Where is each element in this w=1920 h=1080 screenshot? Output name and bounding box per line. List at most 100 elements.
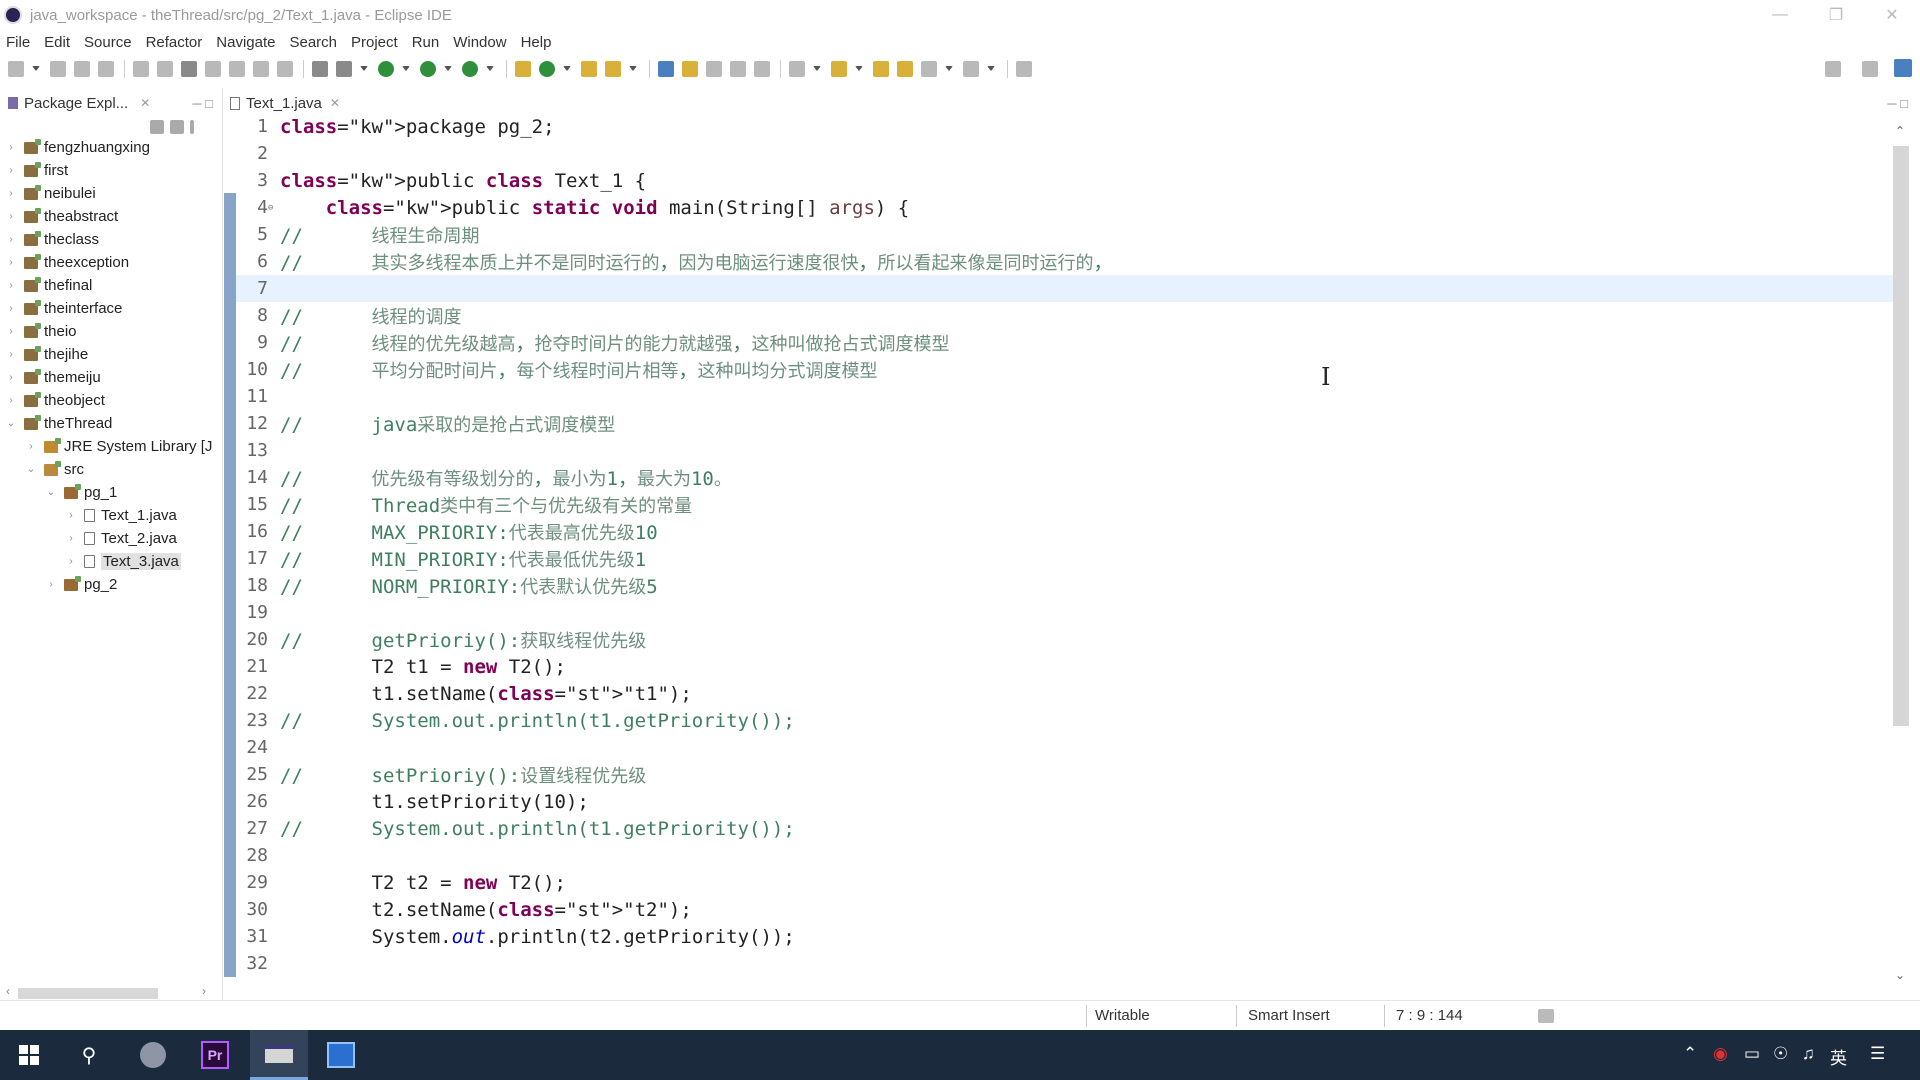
menu-edit[interactable]: Edit xyxy=(44,34,70,51)
search-icon[interactable] xyxy=(1825,61,1841,77)
expand-icon[interactable]: › xyxy=(6,142,16,153)
expand-icon[interactable]: › xyxy=(66,533,76,544)
menu-run[interactable]: Run xyxy=(412,34,440,51)
tree-item-project[interactable]: › neibulei xyxy=(0,182,220,205)
collapse-icon[interactable]: ⌄ xyxy=(26,464,36,475)
vertical-scrollbar[interactable]: ⌃ ⌄ xyxy=(1890,118,1912,988)
chevron-down-icon[interactable] xyxy=(945,66,953,72)
scroll-up-icon[interactable]: ⌃ xyxy=(1895,124,1905,138)
expand-icon[interactable]: › xyxy=(6,372,16,383)
block-selection-icon[interactable] xyxy=(706,61,722,77)
code-line[interactable]: 31 System.out.println(t2.getPriority()); xyxy=(236,923,1896,950)
code-line[interactable]: 25 // setPrioriy():设置线程优先级 xyxy=(236,761,1896,788)
view-menu-icon[interactable] xyxy=(190,120,194,134)
annotation-icon[interactable] xyxy=(658,61,674,77)
menu-help[interactable]: Help xyxy=(521,34,552,51)
show-whitespace-icon[interactable] xyxy=(730,61,746,77)
search-tool-icon[interactable] xyxy=(605,61,621,77)
expand-icon[interactable]: › xyxy=(6,165,16,176)
code-line[interactable]: 5 // 线程生命周期 xyxy=(236,221,1896,248)
tree-item-project[interactable]: › themeiju xyxy=(0,366,220,389)
expand-icon[interactable]: › xyxy=(6,211,16,222)
pin-editor-icon[interactable] xyxy=(1016,61,1032,77)
code-line[interactable]: 2 xyxy=(236,140,1896,167)
tree-item-source-folder[interactable]: ⌄ src xyxy=(0,458,220,481)
suspend-icon[interactable] xyxy=(157,61,173,77)
tree-item-project[interactable]: › theio xyxy=(0,320,220,343)
menu-file[interactable]: File xyxy=(6,34,30,51)
heap-status-icon[interactable] xyxy=(1538,1009,1554,1023)
code-line[interactable]: 14 // 优先级有等级划分的，最小为1，最大为10。 xyxy=(236,464,1896,491)
code-line[interactable]: 24 xyxy=(236,734,1896,761)
fold-icon[interactable]: ⊖ xyxy=(268,203,276,213)
show-hidden-icons-icon[interactable]: ⌃ xyxy=(1683,1044,1697,1064)
taskbar-app-recorder[interactable] xyxy=(314,1030,368,1080)
expand-icon[interactable]: › xyxy=(6,280,16,291)
open-type-icon[interactable] xyxy=(581,61,597,77)
expand-icon[interactable]: › xyxy=(6,257,16,268)
mark-occurrences-icon[interactable] xyxy=(682,61,698,77)
last-edit-location-icon[interactable] xyxy=(873,61,889,77)
collapse-icon[interactable]: ⌄ xyxy=(6,418,16,429)
tree-item-project[interactable]: › theabstract xyxy=(0,205,220,228)
code-line[interactable]: 16 // MAX_PRIORIY:代表最高优先级10 xyxy=(236,518,1896,545)
chevron-down-icon[interactable] xyxy=(855,66,863,72)
close-button[interactable]: ✕ xyxy=(1864,0,1920,30)
expand-icon[interactable]: › xyxy=(66,510,76,521)
disconnect-icon[interactable] xyxy=(205,61,221,77)
save-all-icon[interactable] xyxy=(74,61,90,77)
chevron-down-icon[interactable] xyxy=(629,66,637,72)
scroll-left-icon[interactable]: ‹ xyxy=(6,984,10,998)
code-line[interactable]: 23 // System.out.println(t1.getPriority()… xyxy=(236,707,1896,734)
code-line[interactable]: 12 // java采取的是抢占式调度模型 xyxy=(236,410,1896,437)
minimize-maximize-icon[interactable]: ─ □ xyxy=(1887,96,1908,111)
menu-navigate[interactable]: Navigate xyxy=(216,34,275,51)
chevron-down-icon[interactable] xyxy=(486,66,494,72)
code-line[interactable]: 7 xyxy=(236,275,1896,302)
minimize-maximize-icon[interactable]: ─ □ xyxy=(192,96,213,111)
minimize-button[interactable]: — xyxy=(1752,0,1808,30)
taskbar-app-premiere[interactable]: Pr xyxy=(188,1030,242,1080)
code-line[interactable]: 15 // Thread类中有三个与优先级有关的常量 xyxy=(236,491,1896,518)
scrollbar-thumb[interactable] xyxy=(1893,146,1909,726)
step-return-icon[interactable] xyxy=(277,61,293,77)
package-explorer-tab[interactable]: Package Expl... ✕ ─ □ xyxy=(0,88,223,118)
notifications-icon[interactable]: ☰ xyxy=(1870,1044,1885,1064)
menu-window[interactable]: Window xyxy=(453,34,506,51)
close-icon[interactable]: ✕ xyxy=(140,96,150,110)
forward-icon[interactable] xyxy=(963,61,979,77)
code-line[interactable]: 17 // MIN_PRIORIY:代表最低优先级1 xyxy=(236,545,1896,572)
tree-item-file[interactable]: › Text_2.java xyxy=(0,527,220,550)
save-icon[interactable] xyxy=(50,61,66,77)
chevron-down-icon[interactable] xyxy=(813,66,821,72)
antivirus-icon[interactable]: ◉ xyxy=(1713,1044,1728,1064)
tree-item-project[interactable]: ⌄ theThread xyxy=(0,412,220,435)
next-annotation-icon[interactable] xyxy=(789,61,805,77)
tree-item-project[interactable]: › theclass xyxy=(0,228,220,251)
start-button[interactable] xyxy=(0,1030,58,1080)
code-line[interactable]: 11 xyxy=(236,383,1896,410)
code-line[interactable]: 3 class="kw">public class Text_1 { xyxy=(236,167,1896,194)
external-tools-icon[interactable] xyxy=(462,61,478,77)
collapse-all-icon[interactable] xyxy=(150,120,164,134)
expand-icon[interactable]: › xyxy=(46,579,56,590)
code-line[interactable]: 13 xyxy=(236,437,1896,464)
code-area[interactable]: 1 class="kw">package pg_2; 2 3 class="kw">pu… xyxy=(236,113,1896,977)
code-line[interactable]: 26 t1.setPriority(10); xyxy=(236,788,1896,815)
new-package-icon[interactable] xyxy=(539,61,555,77)
ime-indicator[interactable]: 英 xyxy=(1830,1044,1847,1069)
code-line[interactable]: 32 xyxy=(236,950,1896,977)
code-line[interactable]: 1 class="kw">package pg_2; xyxy=(236,113,1896,140)
terminate-icon[interactable] xyxy=(181,61,197,77)
expand-icon[interactable]: › xyxy=(6,395,16,406)
coverage-icon[interactable] xyxy=(420,61,436,77)
open-perspective-icon[interactable] xyxy=(1862,61,1878,77)
print-icon[interactable] xyxy=(98,61,114,77)
tree-item-project[interactable]: › fengzhuangxing xyxy=(0,136,220,159)
code-line[interactable]: 22 t1.setName(class="st">"t1"); xyxy=(236,680,1896,707)
chevron-down-icon[interactable] xyxy=(360,66,368,72)
code-line[interactable]: 20 // getPrioriy():获取线程优先级 xyxy=(236,626,1896,653)
pilcrow-icon[interactable] xyxy=(754,61,770,77)
back-icon[interactable] xyxy=(897,61,913,77)
step-into-icon[interactable] xyxy=(229,61,245,77)
